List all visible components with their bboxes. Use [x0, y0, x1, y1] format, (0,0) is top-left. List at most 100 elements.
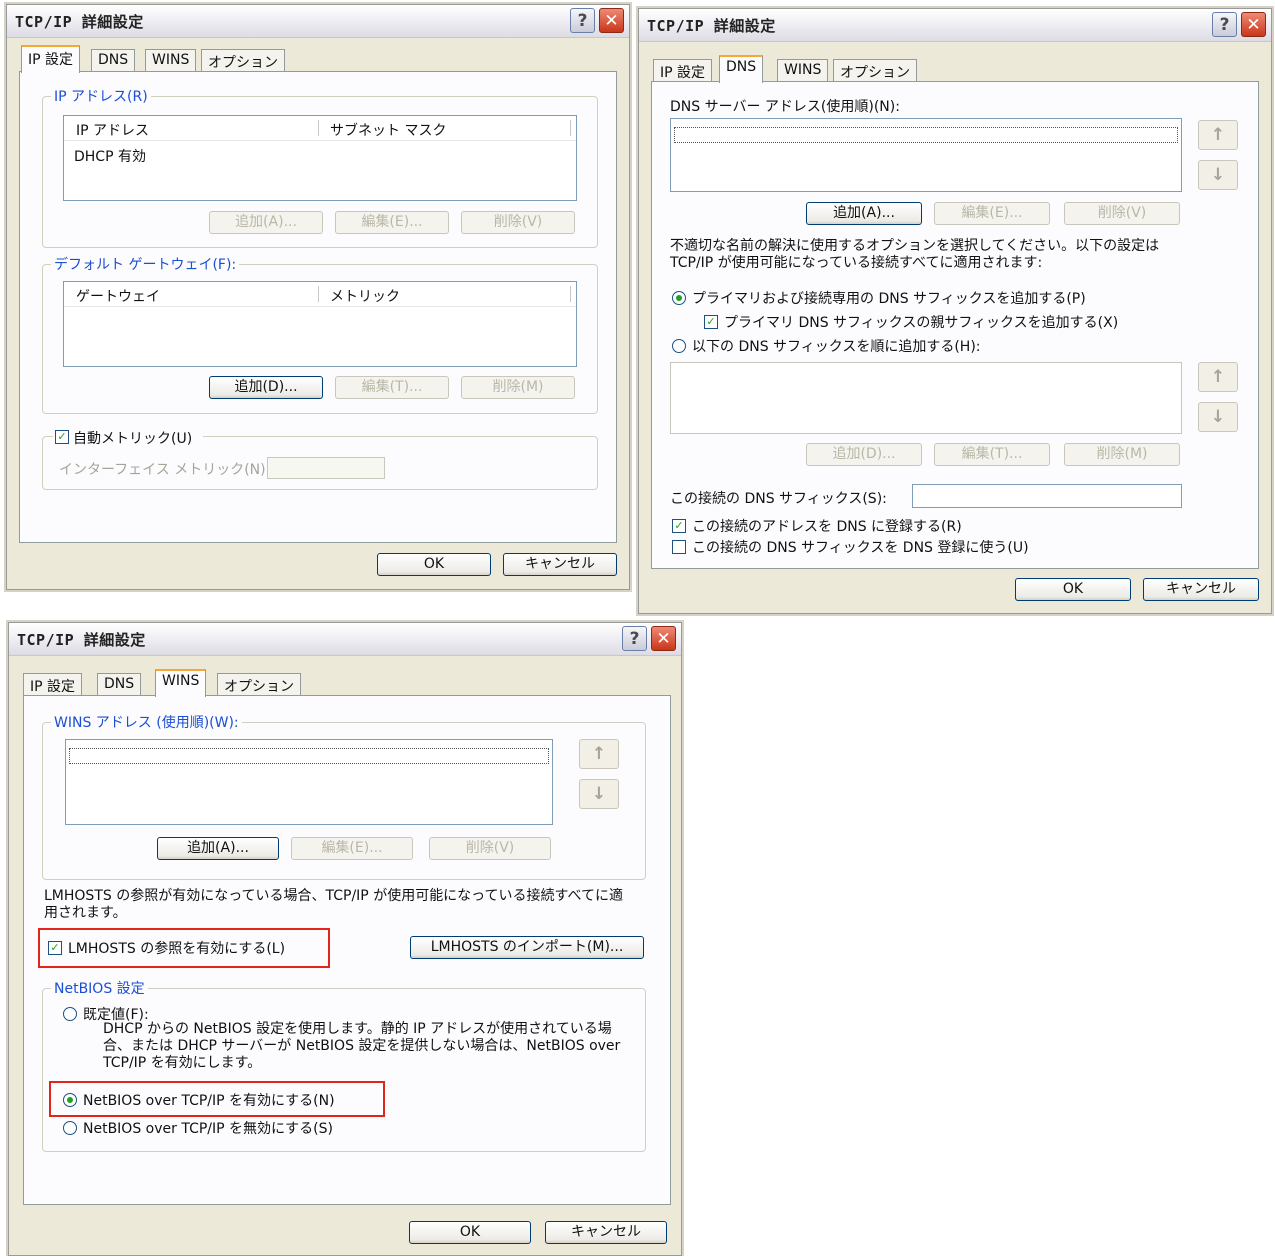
netbios-disable-radio[interactable] [63, 1121, 77, 1135]
help-button[interactable]: ? [1212, 12, 1237, 37]
tcpip-dialog-dns: TCP/IP 詳細設定 ? ✕ IP 設定 DNS WINS オプション DNS… [638, 8, 1272, 614]
tab-ip-settings[interactable]: IP 設定 [653, 59, 713, 81]
close-button[interactable]: ✕ [651, 626, 676, 651]
up-arrow-icon: ↑ [1210, 125, 1226, 145]
delete-wins-button[interactable]: 削除(V) [429, 837, 551, 860]
ip-address-list[interactable]: IP アドレス サブネット マスク DHCP 有効 [63, 115, 577, 201]
tab-options[interactable]: オプション [201, 49, 285, 71]
help-icon: ? [577, 10, 588, 31]
column-divider [570, 286, 571, 302]
delete-dns-button[interactable]: 削除(V) [1064, 202, 1180, 225]
lmhosts-import-button[interactable]: LMHOSTS のインポート(M)... [410, 936, 644, 959]
add-gateway-button[interactable]: 追加(D)... [209, 376, 323, 399]
connection-suffix-label: この接続の DNS サフィックス(S): [670, 491, 887, 507]
tab-dns[interactable]: DNS [719, 55, 764, 83]
cancel-button[interactable]: キャンセル [1143, 578, 1259, 601]
tab-ip-settings[interactable]: IP 設定 [21, 45, 81, 73]
ok-button[interactable]: OK [409, 1221, 531, 1244]
move-up-button[interactable]: ↑ [1198, 120, 1238, 150]
focus-row [69, 748, 549, 764]
edit-suffix-button[interactable]: 編集(T)... [934, 443, 1050, 466]
edit-gateway-button[interactable]: 編集(T)... [335, 376, 449, 399]
primary-suffix-radio[interactable] [672, 291, 686, 305]
title-bar: TCP/IP 詳細設定 ? ✕ [639, 9, 1271, 42]
move-down-button[interactable]: ↓ [579, 779, 619, 809]
ok-button[interactable]: OK [377, 553, 491, 576]
parent-suffix-label: プライマリ DNS サフィックスの親サフィックスを追加する(X) [724, 315, 1119, 331]
list-item[interactable]: DHCP 有効 [74, 146, 146, 166]
add-wins-button[interactable]: 追加(A)... [157, 837, 279, 860]
down-arrow-icon: ↓ [1210, 407, 1226, 427]
focus-row [674, 127, 1178, 143]
suffix-move-down-button[interactable]: ↓ [1198, 402, 1238, 432]
tab-ip-settings[interactable]: IP 設定 [23, 673, 83, 695]
move-up-button[interactable]: ↑ [579, 739, 619, 769]
default-gateway-group-label: デフォルト ゲートウェイ(F): [51, 254, 240, 274]
close-icon: ✕ [1246, 14, 1261, 35]
cancel-button[interactable]: キャンセル [545, 1221, 667, 1244]
ordered-suffix-radio[interactable] [672, 339, 686, 353]
column-gateway[interactable]: ゲートウェイ [76, 286, 160, 306]
close-icon: ✕ [656, 628, 671, 649]
edit-wins-button[interactable]: 編集(E)... [291, 837, 413, 860]
lmhosts-description: LMHOSTS の参照が有効になっている場合、TCP/IP が使用可能になってい… [44, 888, 623, 921]
add-suffix-button[interactable]: 追加(D)... [806, 443, 922, 466]
use-suffix-label: この接続の DNS サフィックスを DNS 登録に使う(U) [692, 540, 1029, 556]
add-dns-button[interactable]: 追加(A)... [806, 202, 922, 225]
ok-button[interactable]: OK [1015, 578, 1131, 601]
radio-selected-dot [676, 295, 682, 301]
default-gateway-group: デフォルト ゲートウェイ(F): ゲートウェイ メトリック 追加(D)... 編… [42, 254, 598, 414]
edit-dns-button[interactable]: 編集(E)... [934, 202, 1050, 225]
auto-metric-checkbox[interactable]: ✓ [55, 430, 69, 444]
auto-metric-label: 自動メトリック(U) [73, 431, 193, 447]
help-icon: ? [629, 628, 640, 649]
tab-wins[interactable]: WINS [145, 49, 197, 71]
tab-options[interactable]: オプション [217, 673, 301, 695]
tab-wins[interactable]: WINS [155, 669, 207, 697]
column-metric[interactable]: メトリック [330, 286, 400, 306]
delete-gateway-button[interactable]: 削除(M) [461, 376, 575, 399]
cancel-button[interactable]: キャンセル [503, 553, 617, 576]
title-bar: TCP/IP 詳細設定 ? ✕ [9, 623, 681, 656]
connection-suffix-field[interactable] [912, 484, 1182, 508]
interface-metric-field[interactable] [267, 457, 385, 479]
lmhosts-checkbox[interactable]: ✓ [48, 941, 62, 955]
close-button[interactable]: ✕ [1241, 12, 1266, 37]
delete-ip-button[interactable]: 削除(V) [461, 211, 575, 234]
dialog-title: TCP/IP 詳細設定 [15, 13, 144, 31]
netbios-default-radio[interactable] [63, 1007, 77, 1021]
register-dns-checkbox[interactable]: ✓ [672, 519, 686, 533]
list-header: IP アドレス サブネット マスク [64, 116, 576, 141]
column-divider [318, 286, 319, 302]
help-button[interactable]: ? [622, 626, 647, 651]
tcpip-dialog-ip-settings: TCP/IP 詳細設定 ? ✕ IP 設定 DNS WINS オプション IP … [6, 4, 630, 590]
tab-dns[interactable]: DNS [97, 673, 142, 695]
column-ip-address[interactable]: IP アドレス [76, 120, 149, 140]
auto-metric-label-container: ✓ 自動メトリック(U) [53, 427, 203, 447]
help-icon: ? [1219, 14, 1230, 35]
dns-suffix-list[interactable] [670, 362, 1182, 434]
help-button[interactable]: ? [570, 8, 595, 33]
use-suffix-checkbox[interactable] [672, 540, 686, 554]
suffix-move-up-button[interactable]: ↑ [1198, 362, 1238, 392]
dns-server-list[interactable] [670, 118, 1182, 192]
tab-panel: WINS アドレス (使用順)(W): ↑ ↓ 追加(A)... 編集(E)..… [23, 695, 671, 1205]
list-header: ゲートウェイ メトリック [64, 282, 576, 307]
parent-suffix-checkbox[interactable]: ✓ [704, 315, 718, 329]
interface-metric-label: インターフェイス メトリック(N): [59, 462, 271, 478]
tab-dns[interactable]: DNS [91, 49, 136, 71]
gateway-list[interactable]: ゲートウェイ メトリック [63, 281, 577, 367]
ordered-suffix-label: 以下の DNS サフィックスを順に追加する(H): [692, 339, 981, 355]
tab-options[interactable]: オプション [833, 59, 917, 81]
add-ip-button[interactable]: 追加(A)... [209, 211, 323, 234]
wins-address-list[interactable] [65, 739, 553, 825]
close-button[interactable]: ✕ [599, 8, 624, 33]
lmhosts-label: LMHOSTS の参照を有効にする(L) [68, 941, 286, 957]
netbios-enable-radio[interactable] [63, 1093, 77, 1107]
edit-ip-button[interactable]: 編集(E)... [335, 211, 449, 234]
column-subnet-mask[interactable]: サブネット マスク [330, 120, 446, 140]
tab-wins[interactable]: WINS [777, 59, 829, 81]
move-down-button[interactable]: ↓ [1198, 160, 1238, 190]
up-arrow-icon: ↑ [591, 744, 607, 764]
delete-suffix-button[interactable]: 削除(M) [1064, 443, 1180, 466]
